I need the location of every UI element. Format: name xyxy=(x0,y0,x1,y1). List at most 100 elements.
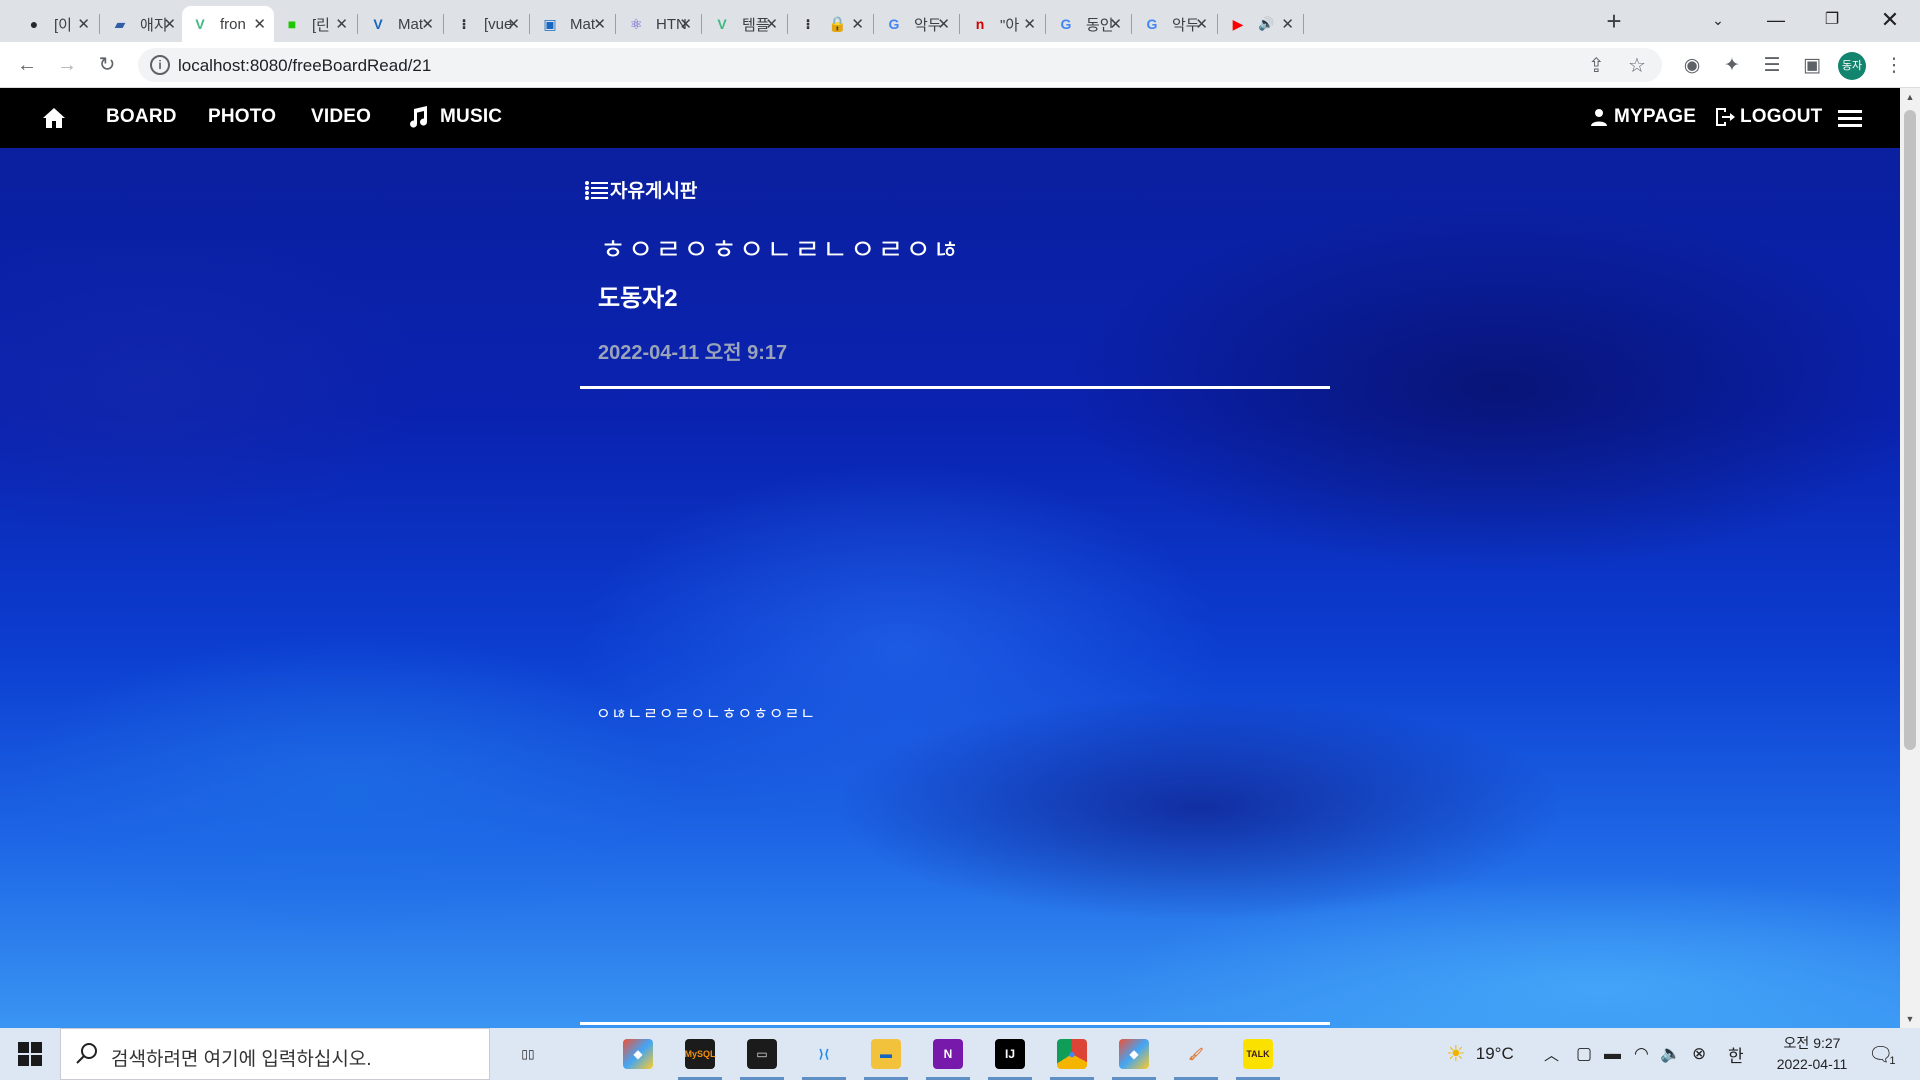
browser-tab[interactable]: G 동인 ✕ xyxy=(1048,6,1130,42)
taskbar-search-box[interactable]: 검색하려면 여기에 입력하십시오. xyxy=(60,1028,490,1080)
google-icon: G xyxy=(888,16,900,32)
taskbar-app-button[interactable]: MySQL xyxy=(672,1028,728,1080)
weather-widget[interactable]: ☀ 19°C xyxy=(1446,1028,1514,1080)
browser-tab[interactable]: n "아 ✕ xyxy=(962,6,1044,42)
tab-close-icon[interactable]: ✕ xyxy=(851,15,864,33)
reading-list-icon[interactable]: ☰ xyxy=(1758,52,1786,80)
volume-icon[interactable]: 🔈 xyxy=(1660,1028,1681,1080)
tab-close-icon[interactable]: ✕ xyxy=(1281,15,1294,33)
taskbar-app-button[interactable]: ▬ xyxy=(858,1028,914,1080)
browser-tab[interactable]: ■ [린 ✕ xyxy=(274,6,356,42)
mute-status-icon[interactable]: ⊗ xyxy=(1692,1028,1706,1080)
share-icon[interactable]: ⇪ xyxy=(1588,53,1605,78)
tab-close-icon[interactable]: ✕ xyxy=(937,15,950,33)
address-bar[interactable]: i localhost:8080/freeBoardRead/21 ⇪ ☆ xyxy=(138,48,1662,82)
close-window-button[interactable]: ✕ xyxy=(1862,0,1918,40)
show-hidden-icons-icon[interactable]: ︿ xyxy=(1544,1028,1559,1080)
browser-menu-icon[interactable]: ⋮ xyxy=(1880,52,1908,80)
browser-tab[interactable]: V Mat ✕ xyxy=(360,6,442,42)
nav-board-link[interactable]: BOARD xyxy=(106,106,177,128)
browser-tab[interactable]: V 템플 ✕ xyxy=(704,6,786,42)
notification-center-icon[interactable]: 🗨 1 xyxy=(1868,1028,1896,1080)
tab-close-icon[interactable]: ✕ xyxy=(1109,15,1122,33)
meet-now-icon[interactable]: ▢ xyxy=(1576,1028,1592,1080)
tab-close-icon[interactable]: ✕ xyxy=(593,15,606,33)
nav-photo-link[interactable]: PHOTO xyxy=(208,106,276,128)
windows-start-icon[interactable] xyxy=(18,1042,42,1066)
browser-tab[interactable]: Vfron ✕ xyxy=(182,6,274,42)
tab-close-icon[interactable]: ✕ xyxy=(77,15,90,33)
minimize-button[interactable]: — xyxy=(1748,0,1804,40)
browser-tab[interactable]: G 악두 ✕ xyxy=(876,6,958,42)
scrollbar-thumb[interactable] xyxy=(1904,110,1916,750)
weather-sun-icon: ☀ xyxy=(1446,1041,1466,1066)
extensions-puzzle-icon[interactable]: ✦ xyxy=(1718,52,1746,80)
browser-toolbar: ← → ↻ i localhost:8080/freeBoardRead/21 … xyxy=(0,42,1920,88)
new-tab-button[interactable]: + xyxy=(1598,6,1630,38)
home-icon[interactable] xyxy=(42,106,66,130)
taskbar-app-button[interactable]: ▭ xyxy=(734,1028,790,1080)
taskbar-app-button[interactable]: ● xyxy=(1044,1028,1100,1080)
tab-close-icon[interactable]: ✕ xyxy=(335,15,348,33)
battery-icon[interactable]: ▬ xyxy=(1604,1028,1621,1080)
url-text[interactable]: localhost:8080/freeBoardRead/21 xyxy=(178,56,431,76)
taskbar-app-button[interactable]: ⟩⟨ xyxy=(796,1028,852,1080)
ime-indicator[interactable]: 한 xyxy=(1728,1028,1744,1080)
side-panel-icon[interactable]: ▣ xyxy=(1798,52,1826,80)
taskbar-app-button[interactable]: TALK xyxy=(1230,1028,1286,1080)
nav-music-link[interactable]: MUSIC xyxy=(440,106,502,128)
taskbar-app-button[interactable]: ▯▯ xyxy=(500,1028,556,1080)
restore-button[interactable]: ❐ xyxy=(1804,0,1860,40)
extension-circle-icon[interactable]: ◉ xyxy=(1678,52,1706,80)
tab-close-icon[interactable]: ✕ xyxy=(421,15,434,33)
hamburger-menu-icon[interactable] xyxy=(1838,108,1862,128)
tab-close-icon[interactable]: ✕ xyxy=(679,15,692,33)
nav-logout-link[interactable]: LOGOUT xyxy=(1740,106,1822,128)
browser-tab[interactable]: ⁝ 🔒 ✕ xyxy=(790,6,872,42)
user-icon[interactable] xyxy=(1590,108,1608,126)
page-viewport: BOARD PHOTO VIDEO MUSIC MYPAGE LOGOUT 자유… xyxy=(0,88,1900,1028)
bookmark-star-icon[interactable]: ☆ xyxy=(1628,53,1646,78)
tab-close-icon[interactable]: ✕ xyxy=(1023,15,1036,33)
network-icon[interactable]: ◠ xyxy=(1634,1028,1649,1080)
tab-separator xyxy=(1217,14,1218,34)
git-icon: ◆ xyxy=(1119,1039,1149,1069)
taskbar-app-button[interactable]: ◆ xyxy=(610,1028,666,1080)
scroll-down-icon[interactable]: ▼ xyxy=(1900,1014,1920,1024)
browser-tab[interactable]: ▶ 🔊 ✕ xyxy=(1220,6,1302,42)
nav-mypage-link[interactable]: MYPAGE xyxy=(1614,106,1696,128)
taskbar-app-button[interactable]: N xyxy=(920,1028,976,1080)
tab-separator xyxy=(959,14,960,34)
music-note-icon[interactable] xyxy=(406,105,430,129)
site-info-icon[interactable]: i xyxy=(150,55,170,75)
tab-close-icon[interactable]: ✕ xyxy=(765,15,778,33)
system-clock[interactable]: 오전 9:27 2022-04-11 xyxy=(1764,1033,1860,1075)
taskbar-app-button[interactable]: 🖌 xyxy=(1168,1028,1224,1080)
taskbar-app-button[interactable]: IJ xyxy=(982,1028,1038,1080)
terminal-icon: ▭ xyxy=(747,1039,777,1069)
page-scrollbar[interactable]: ▲ ▼ xyxy=(1900,88,1920,1028)
tab-close-icon[interactable]: ✕ xyxy=(1195,15,1208,33)
browser-tab[interactable]: G 악두 ✕ xyxy=(1134,6,1216,42)
windows-taskbar: 검색하려면 여기에 입력하십시오. ▯▯ ◆ MySQL ▭ ⟩⟨ ▬ N IJ ● ◆ 🖌 TALK… xyxy=(0,1028,1920,1080)
reload-icon[interactable]: ↻ xyxy=(92,50,122,80)
back-icon[interactable]: ← xyxy=(12,50,42,80)
browser-tab[interactable]: ▣ Mat ✕ xyxy=(532,6,614,42)
nav-video-link[interactable]: VIDEO xyxy=(311,106,371,128)
browser-tab[interactable]: ⚛ HTN ✕ xyxy=(618,6,700,42)
tab-close-icon[interactable]: ✕ xyxy=(163,15,176,33)
logout-icon[interactable] xyxy=(1714,106,1736,128)
tab-search-icon[interactable]: ⌄ xyxy=(1690,0,1746,40)
tab-close-icon[interactable]: ✕ xyxy=(253,15,266,33)
taskbar-app-button[interactable]: ◆ xyxy=(1106,1028,1162,1080)
paint-icon: 🖌 xyxy=(1188,1047,1204,1061)
browser-tab[interactable]: ⁝ [vue ✕ xyxy=(446,6,528,42)
scroll-up-icon[interactable]: ▲ xyxy=(1900,92,1920,102)
forward-icon[interactable]: → xyxy=(52,50,82,80)
browser-tab[interactable]: ▰ 애지 ✕ xyxy=(102,6,184,42)
post-title: ㅎㅇㄹㅇㅎㅇㄴㄹㄴㅇㄹㅇㄶ xyxy=(600,234,961,265)
tab-close-icon[interactable]: ✕ xyxy=(507,15,520,33)
browser-tab[interactable]: ● [이 ✕ xyxy=(16,6,98,42)
profile-avatar[interactable]: 동자 xyxy=(1838,52,1866,80)
audio-playing-icon[interactable]: 🔊 xyxy=(1258,16,1274,32)
